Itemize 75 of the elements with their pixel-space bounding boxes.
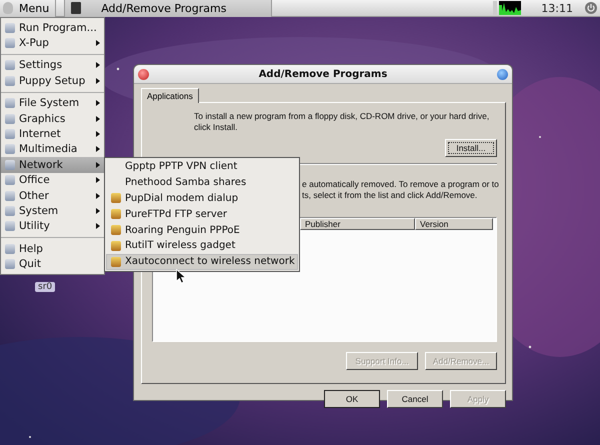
menu-item[interactable]: Multimedia xyxy=(1,142,104,158)
logo-icon xyxy=(3,2,13,14)
app-icon xyxy=(5,60,15,70)
column-header[interactable]: Version xyxy=(415,218,493,230)
menu-item[interactable]: Graphics xyxy=(1,110,104,126)
menu-item[interactable]: Gpptp PPTP VPN client xyxy=(106,159,298,175)
app-icon xyxy=(5,129,15,140)
app-icon xyxy=(5,144,15,154)
window-title: Add/Remove Programs xyxy=(258,68,388,80)
menu-item[interactable]: Help xyxy=(1,241,104,256)
menu-item[interactable]: Quit xyxy=(1,256,104,272)
cpu-monitor-drawing xyxy=(493,1,522,15)
app-icon xyxy=(111,209,121,220)
menu-item[interactable]: RutilT wireless gadget xyxy=(106,238,298,254)
menu-item[interactable]: Network xyxy=(1,157,104,173)
submenu-arrow-icon xyxy=(96,208,100,214)
tab[interactable]: Applications xyxy=(141,88,199,103)
app-icon xyxy=(5,259,15,270)
clock: 13:11 xyxy=(541,2,573,14)
submenu-arrow-icon xyxy=(96,177,100,184)
menu-button[interactable]: Menu xyxy=(0,0,56,16)
app-icon xyxy=(71,2,82,14)
menu-item[interactable]: PupDial modem dialup xyxy=(106,190,298,206)
submenu-arrow-icon xyxy=(96,40,100,46)
submenu-arrow-icon xyxy=(96,131,100,138)
dialog-button[interactable]: OK xyxy=(324,390,380,408)
menu-item[interactable]: System xyxy=(1,203,104,219)
app-icon xyxy=(5,160,15,170)
app-icon xyxy=(111,256,121,267)
install-instructions: To install a new program from a floppy disk, CD-ROM drive, or your hard drive, click Install. xyxy=(193,111,490,133)
app-icon xyxy=(5,175,15,186)
close-icon[interactable] xyxy=(138,68,149,80)
app-icon xyxy=(5,221,15,232)
app-icon xyxy=(5,38,15,48)
menu-item[interactable]: File System xyxy=(1,96,104,111)
mouse-pointer-icon xyxy=(176,269,186,284)
menu-item[interactable]: Run Program... xyxy=(1,20,104,36)
app-icon xyxy=(5,206,15,216)
app-icon xyxy=(111,225,121,236)
app-icon xyxy=(5,98,15,108)
install-button[interactable]: Install... xyxy=(445,139,497,157)
submenu-arrow-icon xyxy=(96,146,100,152)
app-icon xyxy=(5,244,15,254)
remove-instructions: ts, select it from the list and click Add/Remove. xyxy=(302,190,478,201)
column-header[interactable]: Publisher xyxy=(300,218,415,230)
menu-item[interactable]: Office xyxy=(1,172,104,188)
taskbar-button[interactable]: Add/Remove Programs xyxy=(64,0,272,16)
desktop-icon-label[interactable]: sr0 xyxy=(35,282,56,292)
menu-item[interactable]: Pnethood Samba shares xyxy=(106,174,298,191)
app-icon xyxy=(111,240,121,251)
remove-instructions: e automatically removed. To remove a program or to xyxy=(302,179,497,190)
app-icon xyxy=(5,22,15,33)
menu-item[interactable]: Utility xyxy=(1,218,104,238)
submenu-arrow-icon xyxy=(96,223,100,230)
app-icon xyxy=(5,190,15,201)
submenu-arrow-icon xyxy=(96,100,100,106)
menu-item[interactable]: Xautoconnect to wireless network xyxy=(106,254,298,270)
app-icon xyxy=(5,76,15,86)
submenu-arrow-icon xyxy=(96,116,100,122)
app-icon xyxy=(5,114,15,124)
power-icon[interactable] xyxy=(585,2,597,14)
maximize-icon[interactable] xyxy=(497,68,508,80)
menu-item[interactable]: PureFTPd FTP server xyxy=(106,206,298,222)
submenu-arrow-icon xyxy=(96,78,100,84)
menu-item[interactable]: Other xyxy=(1,188,104,204)
menu-item[interactable]: Roaring Penguin PPPoE xyxy=(106,222,298,238)
dialog-button[interactable]: Cancel xyxy=(387,390,443,408)
menu-item[interactable]: X-Pup xyxy=(1,35,104,55)
menu-item[interactable]: Puppy Setup xyxy=(1,73,104,93)
submenu-arrow-icon xyxy=(96,62,100,68)
submenu-arrow-icon xyxy=(96,162,100,168)
app-icon xyxy=(111,193,121,204)
menu-item[interactable]: Internet xyxy=(1,126,104,142)
submenu-arrow-icon xyxy=(96,192,100,199)
menu-item[interactable]: Settings xyxy=(1,58,104,74)
